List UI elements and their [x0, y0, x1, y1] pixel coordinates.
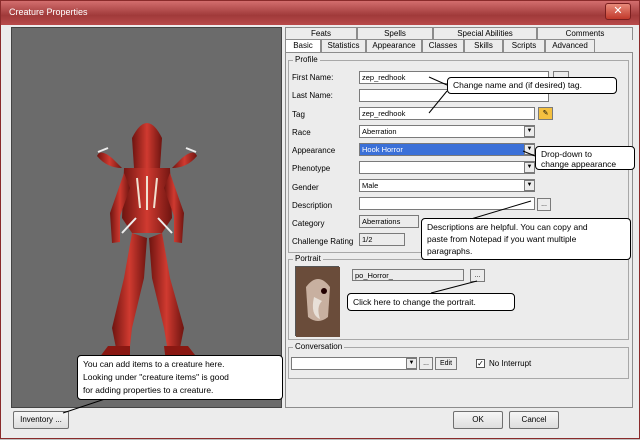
tab-skills[interactable]: Skills — [464, 39, 503, 52]
callout-description-line-3: paragraphs. — [427, 246, 473, 256]
last-name-label: Last Name: — [292, 91, 333, 100]
creature-model-image — [96, 123, 202, 364]
tag-label: Tag — [292, 110, 305, 119]
close-icon[interactable]: ✕ — [605, 3, 631, 20]
no-interrupt-label: No Interrupt — [489, 359, 532, 368]
race-chevron-down-icon[interactable]: ▼ — [524, 126, 535, 137]
conversation-browse-button[interactable]: ... — [419, 357, 433, 370]
callout-appearance-line-1: Drop-down to — [541, 149, 593, 159]
inventory-button[interactable]: Inventory ... — [13, 411, 69, 429]
conversation-field[interactable] — [291, 357, 417, 370]
conversation-edit-button[interactable]: Edit — [435, 357, 457, 370]
callout-appearance-line-2: change appearance — [541, 159, 617, 169]
tab-statistics[interactable]: Statistics — [321, 39, 366, 52]
description-browse-button[interactable]: ... — [537, 198, 551, 211]
creature-preview — [11, 27, 282, 408]
portrait-browse-button[interactable]: ... — [470, 269, 485, 282]
callout-description-line-1: Descriptions are helpful. You can copy a… — [427, 222, 588, 232]
tab-classes[interactable]: Classes — [422, 39, 464, 52]
title-bar: Creature Properties ✕ — [1, 1, 639, 25]
category-label: Category — [292, 219, 325, 228]
tab-scripts[interactable]: Scripts — [503, 39, 545, 52]
callout-inventory-line-1: You can add items to a creature here. — [83, 359, 225, 369]
window-title: Creature Properties — [9, 7, 88, 17]
callout-name-tag: Change name and (if desired) tag. — [447, 77, 617, 94]
callout-portrait: Click here to change the portrait. — [347, 293, 515, 311]
phenotype-label: Phenotype — [292, 164, 331, 173]
tab-row-bottom: Basic Statistics Appearance Classes Skil… — [285, 39, 595, 52]
creature-properties-window: Creature Properties ✕ Feats Spells Speci… — [0, 0, 640, 439]
gender-dropdown[interactable]: Male — [359, 179, 535, 192]
portrait-creature-icon — [296, 267, 340, 337]
tab-advanced[interactable]: Advanced — [545, 39, 595, 52]
portrait-name-field: po_Horror_ — [352, 269, 464, 281]
gender-chevron-down-icon[interactable]: ▼ — [524, 180, 535, 191]
portrait-group-title: Portrait — [293, 254, 323, 263]
callout-inventory-line-3: for adding properties to a creature. — [83, 385, 214, 395]
callout-description-line-2: paste from Notepad if you want multiple — [427, 234, 577, 244]
callout-description: Descriptions are helpful. You can copy a… — [421, 218, 631, 260]
challenge-rating-field: 1/2 — [359, 233, 405, 246]
conversation-group-title: Conversation — [293, 342, 345, 351]
conversation-chevron-down-icon[interactable]: ▼ — [406, 358, 417, 369]
gender-label: Gender — [292, 183, 319, 192]
tab-appearance[interactable]: Appearance — [366, 39, 422, 52]
appearance-dropdown[interactable]: Hook Horror — [359, 143, 535, 156]
callout-inventory-line-2: Looking under "creature items" is good — [83, 372, 229, 382]
phenotype-dropdown[interactable] — [359, 161, 535, 174]
tag-field[interactable]: zep_redhook — [359, 107, 535, 120]
edit-pencil-icon[interactable]: ✎ — [538, 107, 553, 120]
ok-button[interactable]: OK — [453, 411, 503, 429]
challenge-rating-label: Challenge Rating — [292, 237, 354, 246]
description-field[interactable] — [359, 197, 535, 210]
category-field: Aberrations — [359, 215, 419, 228]
phenotype-chevron-down-icon[interactable]: ▼ — [524, 162, 535, 173]
race-label: Race — [292, 128, 311, 137]
appearance-label: Appearance — [292, 146, 336, 155]
callout-appearance: Drop-down to change appearance — [535, 146, 635, 170]
appearance-chevron-down-icon[interactable]: ▼ — [524, 144, 535, 155]
callout-inventory: You can add items to a creature here. Lo… — [77, 355, 283, 400]
race-dropdown[interactable]: Aberration — [359, 125, 535, 138]
profile-group-title: Profile — [293, 55, 320, 64]
no-interrupt-checkbox[interactable]: ✓ — [476, 359, 485, 368]
tab-basic[interactable]: Basic — [285, 39, 321, 52]
cancel-button[interactable]: Cancel — [509, 411, 559, 429]
description-label: Description — [292, 201, 333, 210]
first-name-label: First Name: — [292, 73, 334, 82]
portrait-image — [295, 266, 340, 337]
